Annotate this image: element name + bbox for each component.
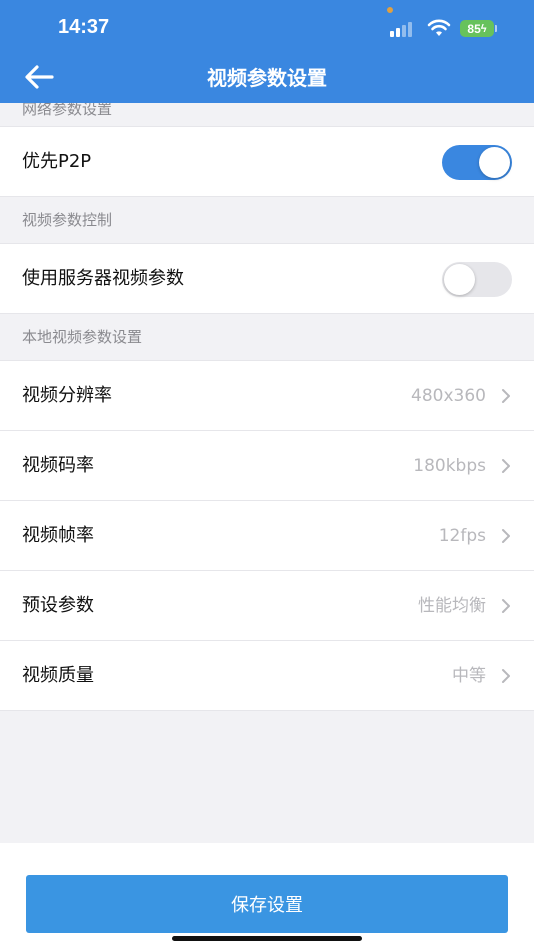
setting-label: 预设参数 bbox=[22, 595, 94, 616]
setting-row-bitrate[interactable]: 视频码率 180kbps bbox=[0, 430, 534, 500]
setting-value: 180kbps bbox=[413, 456, 486, 476]
privacy-indicator-dot bbox=[387, 7, 393, 13]
home-indicator[interactable] bbox=[172, 936, 362, 941]
server-params-toggle[interactable] bbox=[442, 262, 512, 297]
setting-label: 视频码率 bbox=[22, 455, 94, 476]
setting-row-framerate[interactable]: 视频帧率 12fps bbox=[0, 500, 534, 570]
chevron-right-icon bbox=[502, 389, 510, 403]
toggle-knob bbox=[479, 147, 510, 178]
wifi-icon bbox=[427, 19, 451, 36]
chevron-right-icon bbox=[502, 599, 510, 613]
setting-label-server-params: 使用服务器视频参数 bbox=[22, 268, 184, 289]
section-header-video-control: 视频参数控制 bbox=[0, 197, 534, 243]
footer: 保存设置 bbox=[0, 843, 534, 950]
setting-value: 12fps bbox=[438, 526, 486, 546]
setting-label: 视频分辨率 bbox=[22, 385, 112, 406]
battery-icon: 85 ϟ bbox=[460, 20, 494, 37]
setting-row-preset[interactable]: 预设参数 性能均衡 bbox=[0, 570, 534, 640]
chevron-right-icon bbox=[502, 529, 510, 543]
setting-row-resolution[interactable]: 视频分辨率 480x360 bbox=[0, 360, 534, 430]
chevron-right-icon bbox=[502, 669, 510, 683]
setting-row-server-params: 使用服务器视频参数 bbox=[0, 243, 534, 314]
setting-row-p2p: 优先P2P bbox=[0, 126, 534, 197]
setting-value: 480x360 bbox=[411, 386, 486, 406]
battery-level: 85 bbox=[467, 21, 481, 36]
screen: 14:37 85 ϟ 视频参数设置 网络参数设置 优先P2P 视频参数控制 使用… bbox=[0, 0, 534, 950]
setting-value: 性能均衡 bbox=[418, 596, 486, 616]
battery-cap bbox=[495, 25, 497, 32]
cellular-signal-icon bbox=[390, 21, 418, 37]
setting-label: 视频帧率 bbox=[22, 525, 94, 546]
p2p-toggle[interactable] bbox=[442, 145, 512, 180]
chevron-right-icon bbox=[502, 459, 510, 473]
status-time: 14:37 bbox=[58, 16, 110, 38]
app-header: 14:37 85 ϟ 视频参数设置 bbox=[0, 0, 534, 103]
section-header-local: 本地视频参数设置 bbox=[0, 314, 534, 360]
save-settings-button[interactable]: 保存设置 bbox=[26, 875, 508, 933]
setting-row-quality[interactable]: 视频质量 中等 bbox=[0, 640, 534, 711]
setting-label-p2p: 优先P2P bbox=[22, 151, 92, 172]
setting-label: 视频质量 bbox=[22, 665, 94, 686]
page-title: 视频参数设置 bbox=[207, 66, 327, 90]
section-header-network: 网络参数设置 bbox=[0, 103, 534, 126]
setting-value: 中等 bbox=[452, 666, 486, 686]
settings-content: 网络参数设置 优先P2P 视频参数控制 使用服务器视频参数 本地视频参数设置 视… bbox=[0, 103, 534, 711]
toggle-knob bbox=[444, 264, 475, 295]
